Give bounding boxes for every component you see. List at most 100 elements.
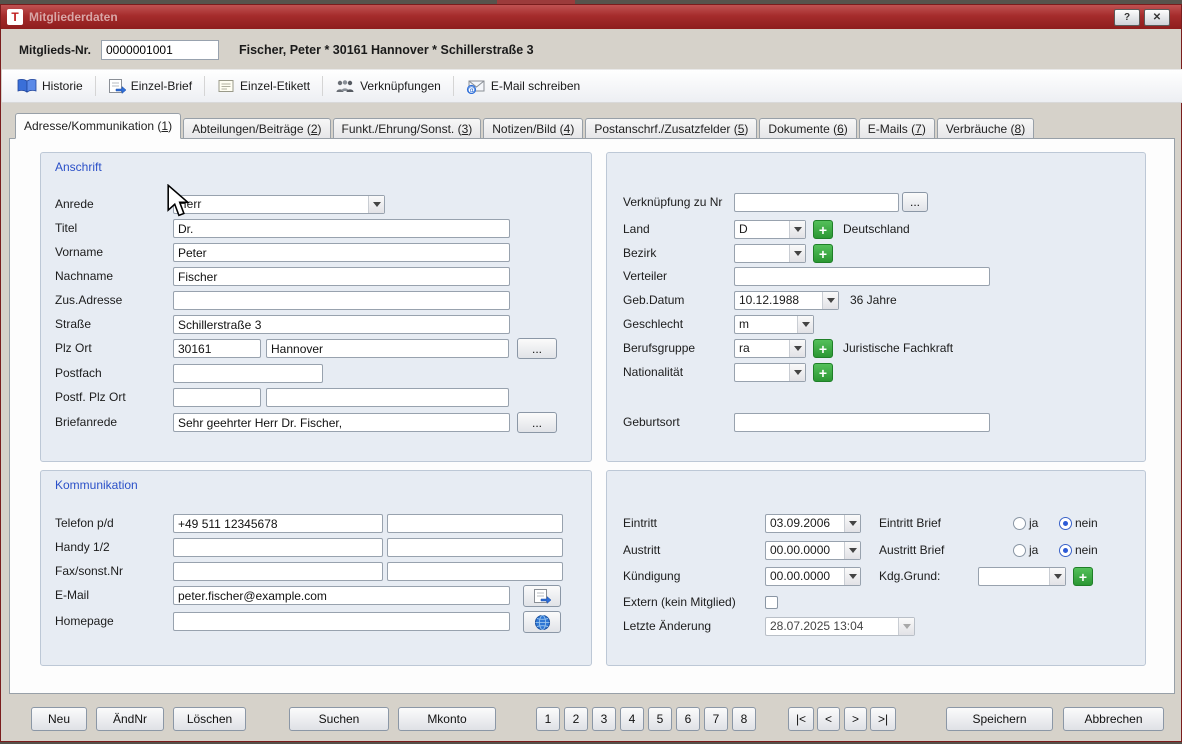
briefanrede-input[interactable] <box>173 413 510 432</box>
chevron-down-icon[interactable] <box>844 515 860 532</box>
nationalitaet-add-button[interactable]: + <box>813 363 833 382</box>
zus-adresse-input[interactable] <box>173 291 510 310</box>
anrede-select[interactable]: Herr <box>173 195 385 214</box>
chevron-down-icon[interactable] <box>789 340 805 357</box>
page-8-button[interactable]: 8 <box>732 707 756 731</box>
tab-abteilungen-beitraege[interactable]: Abteilungen/Beiträge (2) <box>183 118 330 139</box>
chevron-down-icon[interactable] <box>844 542 860 559</box>
berufsgruppe-select[interactable]: ra <box>734 339 806 358</box>
help-button[interactable]: ? <box>1114 9 1140 26</box>
chevron-down-icon[interactable] <box>368 196 384 213</box>
telefon2-input[interactable] <box>387 514 563 533</box>
tab-dokumente[interactable]: Dokumente (6) <box>759 118 856 139</box>
mkonto-button[interactable]: Mkonto <box>398 707 496 731</box>
nav-next-button[interactable]: > <box>844 707 867 731</box>
chevron-down-icon[interactable] <box>822 292 838 309</box>
neu-button[interactable]: Neu <box>31 707 87 731</box>
abbrechen-button[interactable]: Abbrechen <box>1063 707 1164 731</box>
verknuepfung-browse-button[interactable]: ... <box>902 192 928 212</box>
kuendigung-select[interactable]: 00.00.0000 <box>765 567 861 586</box>
einzel-etikett-button[interactable]: Einzel-Etikett <box>214 78 313 94</box>
email-schreiben-label: E-Mail schreiben <box>491 79 580 93</box>
vorname-input[interactable] <box>173 243 510 262</box>
geb-datum-select[interactable]: 10.12.1988 <box>734 291 839 310</box>
nav-last-button[interactable]: >| <box>870 707 896 731</box>
fax1-input[interactable] <box>173 562 383 581</box>
tab-emails[interactable]: E-Mails (7) <box>859 118 935 139</box>
homepage-open-button[interactable] <box>523 611 561 633</box>
eintritt-select[interactable]: 03.09.2006 <box>765 514 861 533</box>
homepage-input[interactable] <box>173 612 510 631</box>
plus-icon: + <box>819 222 827 238</box>
kdg-grund-select[interactable] <box>978 567 1066 586</box>
email-schreiben-button[interactable]: @ E-Mail schreiben <box>463 78 583 94</box>
suchen-button[interactable]: Suchen <box>289 707 389 731</box>
geschlecht-select[interactable]: m <box>734 315 814 334</box>
loeschen-button[interactable]: Löschen <box>173 707 246 731</box>
handy1-input[interactable] <box>173 538 383 557</box>
berufsgruppe-add-button[interactable]: + <box>813 339 833 358</box>
historie-button[interactable]: Historie <box>14 78 86 94</box>
page-1-button[interactable]: 1 <box>536 707 560 731</box>
page-5-button[interactable]: 5 <box>648 707 672 731</box>
strasse-input[interactable] <box>173 315 510 334</box>
page-2-button[interactable]: 2 <box>564 707 588 731</box>
briefanrede-browse-button[interactable]: ... <box>517 412 557 433</box>
einzel-brief-button[interactable]: Einzel-Brief <box>105 78 195 94</box>
handy2-input[interactable] <box>387 538 563 557</box>
ort-input[interactable] <box>266 339 509 358</box>
chevron-down-icon[interactable] <box>844 568 860 585</box>
verknuepfungen-button[interactable]: Verknüpfungen <box>332 78 444 94</box>
postf-plz-ort-label: Postf. Plz Ort <box>55 388 126 407</box>
tab-verbraeuche[interactable]: Verbräuche (8) <box>937 118 1034 139</box>
extern-checkbox[interactable] <box>765 596 778 609</box>
plz-input[interactable] <box>173 339 261 358</box>
email-input[interactable] <box>173 586 510 605</box>
nationalitaet-select[interactable] <box>734 363 806 382</box>
kdg-grund-add-button[interactable]: + <box>1073 567 1093 586</box>
email-send-button[interactable] <box>523 585 561 607</box>
chevron-down-icon[interactable] <box>789 221 805 238</box>
chevron-down-icon[interactable] <box>797 316 813 333</box>
page-6-button[interactable]: 6 <box>676 707 700 731</box>
tab-adresse-kommunikation[interactable]: Adresse/Kommunikation (1) <box>15 113 181 139</box>
postf-ort-input[interactable] <box>266 388 509 407</box>
geburtsort-input[interactable] <box>734 413 990 432</box>
vorname-label: Vorname <box>55 243 103 262</box>
nachname-input[interactable] <box>173 267 510 286</box>
eintritt-brief-ja-radio[interactable] <box>1013 517 1026 530</box>
nav-first-button[interactable]: |< <box>788 707 814 731</box>
austritt-brief-ja-radio[interactable] <box>1013 544 1026 557</box>
nav-prev-button[interactable]: < <box>817 707 840 731</box>
eintritt-brief-nein-radio[interactable] <box>1059 517 1072 530</box>
titel-input[interactable] <box>173 219 510 238</box>
bezirk-select[interactable] <box>734 244 806 263</box>
plz-ort-label: Plz Ort <box>55 339 92 358</box>
telefon1-input[interactable] <box>173 514 383 533</box>
austritt-select[interactable]: 00.00.0000 <box>765 541 861 560</box>
title-bar[interactable]: T Mitgliederdaten ? ✕ <box>1 5 1181 29</box>
tab-postanschrift-zusatzfelder[interactable]: Postanschrf./Zusatzfelder (5) <box>585 118 757 139</box>
close-button[interactable]: ✕ <box>1144 9 1170 26</box>
verknuepfung-input[interactable] <box>734 193 899 212</box>
bezirk-add-button[interactable]: + <box>813 244 833 263</box>
austritt-brief-nein-radio[interactable] <box>1059 544 1072 557</box>
member-no-input[interactable] <box>101 40 219 60</box>
land-select[interactable]: D <box>734 220 806 239</box>
tab-funkt-ehrung-sonst[interactable]: Funkt./Ehrung/Sonst. (3) <box>333 118 482 139</box>
land-add-button[interactable]: + <box>813 220 833 239</box>
tab-notizen-bild[interactable]: Notizen/Bild (4) <box>483 118 583 139</box>
postf-plz-input[interactable] <box>173 388 261 407</box>
page-3-button[interactable]: 3 <box>592 707 616 731</box>
postfach-input[interactable] <box>173 364 323 383</box>
chevron-down-icon[interactable] <box>789 364 805 381</box>
fax2-input[interactable] <box>387 562 563 581</box>
page-4-button[interactable]: 4 <box>620 707 644 731</box>
chevron-down-icon[interactable] <box>1049 568 1065 585</box>
plz-ort-browse-button[interactable]: ... <box>517 338 557 359</box>
page-7-button[interactable]: 7 <box>704 707 728 731</box>
speichern-button[interactable]: Speichern <box>946 707 1053 731</box>
chevron-down-icon[interactable] <box>789 245 805 262</box>
aendnr-button[interactable]: ÄndNr <box>96 707 164 731</box>
verteiler-input[interactable] <box>734 267 990 286</box>
